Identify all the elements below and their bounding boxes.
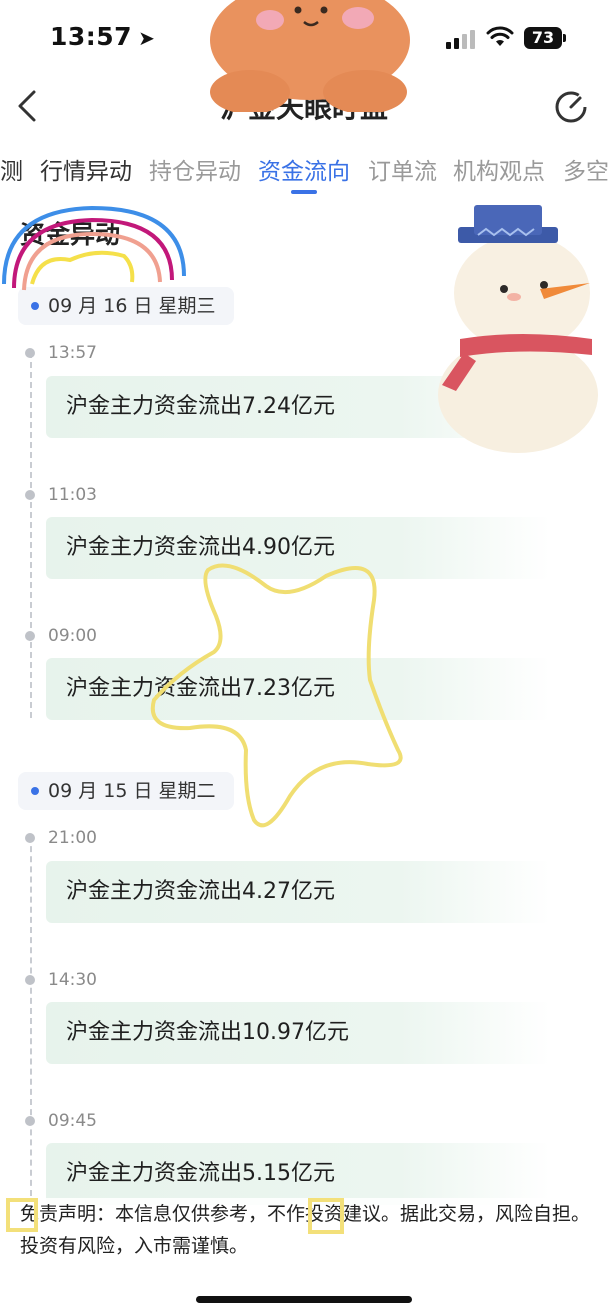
event-card[interactable]: 沪金主力资金流出4.90亿元 [46,517,550,579]
disclaimer-text: 免责声明：本信息仅供参考，不作投资建议。据此交易，风险自担。投资有风险，入市需谨… [20,1198,590,1262]
event-time: 13:57 [48,343,97,363]
event-card[interactable]: 沪金主力资金流出5.15亿元 [46,1143,550,1205]
event-time: 09:45 [48,1111,97,1131]
battery-tip [563,34,566,42]
timeline-dot [25,975,35,985]
wifi-icon [486,26,514,46]
tab-institution-view[interactable]: 机构观点 [453,152,545,186]
status-time-text: 13:57 [50,22,133,51]
event-time: 14:30 [48,970,97,990]
event-time: 21:00 [48,828,97,848]
timeline-dot [25,1116,35,1126]
event-card[interactable]: 沪金主力资金流出10.97亿元 [46,1002,550,1064]
home-indicator [196,1296,412,1303]
page-title: 沪金天眼盯盘 [219,91,388,124]
timeline-line [30,836,32,1196]
cellular-signal-icon [446,29,476,49]
date-dot [31,787,39,795]
status-time: 13:57 ➤ [50,22,155,51]
timeline-line [30,352,32,718]
tab-market-movement[interactable]: 行情异动 [40,152,132,186]
battery-indicator: 73 [524,27,562,49]
event-time: 11:03 [48,485,97,505]
event-time: 09:00 [48,626,97,646]
date-text: 09 月 15 日 星期二 [48,780,216,802]
timeline-dot [25,631,35,641]
event-card[interactable]: 沪金主力资金流出4.27亿元 [46,861,550,923]
tab-order-flow[interactable]: 订单流 [368,152,437,186]
event-card[interactable]: 沪金主力资金流出7.24亿元 [46,376,550,438]
active-tab-indicator [291,190,317,194]
timeline-dot [25,490,35,500]
date-header: 09 月 15 日 星期二 [18,772,234,810]
tab-long-short[interactable]: 多空 [563,152,608,186]
tab-position-movement[interactable]: 持仓异动 [149,152,241,186]
location-arrow-icon: ➤ [138,26,156,50]
section-title: 资金异动 [20,220,121,249]
date-header: 09 月 16 日 星期三 [18,287,234,325]
timeline-dot [25,348,35,358]
date-dot [31,302,39,310]
tab-prediction[interactable]: 测 [0,152,23,186]
event-card[interactable]: 沪金主力资金流出7.23亿元 [46,658,550,720]
tab-fund-flow[interactable]: 资金流向 [258,152,350,186]
timeline-dot [25,833,35,843]
refresh-icon[interactable] [552,88,590,126]
date-text: 09 月 16 日 星期三 [48,295,216,317]
